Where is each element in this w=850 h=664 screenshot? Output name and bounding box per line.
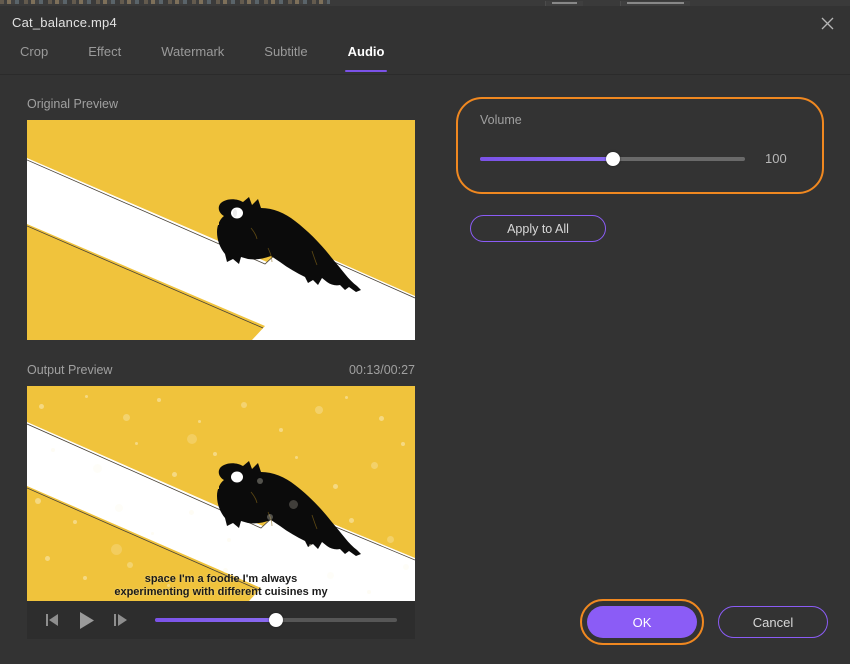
subtitle-line-2: experimenting with different cuisines my: [114, 586, 328, 598]
player-controls: [27, 601, 415, 639]
tab-crop[interactable]: Crop: [4, 40, 64, 72]
volume-control-row: 100: [480, 151, 800, 166]
step-forward-icon[interactable]: [107, 608, 133, 632]
volume-thumb[interactable]: [605, 151, 620, 166]
audio-settings-column: Volume 100 Apply to All: [456, 97, 824, 242]
volume-slider[interactable]: [480, 151, 745, 166]
tab-label: Crop: [20, 44, 49, 59]
tab-label: Subtitle: [264, 44, 308, 59]
original-preview-header: Original Preview: [27, 97, 415, 111]
playback-timestamp: 00:13/00:27: [348, 363, 415, 377]
output-preview-label: Output Preview: [27, 363, 113, 377]
tab-watermark[interactable]: Watermark: [145, 40, 240, 72]
audio-settings-dialog: Cat_balance.mp4 Crop Effect Watermark Su…: [0, 6, 850, 664]
volume-fill: [480, 156, 613, 161]
ok-button-highlight: OK: [580, 599, 704, 645]
dialog-body: Original Preview Output Preview 00:13/00…: [0, 75, 850, 664]
preview-column: Original Preview Output Preview 00:13/00…: [27, 97, 415, 639]
tab-label: Audio: [347, 44, 385, 59]
volume-value: 100: [765, 151, 787, 166]
background-toolbar-strip: [0, 0, 330, 4]
cancel-button[interactable]: Cancel: [718, 606, 828, 638]
ok-button[interactable]: OK: [587, 606, 697, 638]
original-preview-label: Original Preview: [27, 97, 119, 111]
tab-label: Watermark: [161, 44, 225, 59]
output-preview-header: Output Preview 00:13/00:27: [27, 363, 415, 377]
dialog-title: Cat_balance.mp4: [12, 15, 117, 30]
tab-effect[interactable]: Effect: [72, 40, 137, 72]
output-preview-video[interactable]: space I'm a foodie I'm always experiment…: [27, 386, 415, 601]
tab-audio[interactable]: Audio: [332, 40, 401, 72]
volume-panel: Volume 100: [456, 97, 824, 194]
progress-fill: [155, 618, 276, 622]
tab-subtitle[interactable]: Subtitle: [248, 40, 323, 72]
tab-bar: Crop Effect Watermark Subtitle Audio: [0, 40, 850, 75]
close-icon[interactable]: [814, 10, 840, 36]
step-backward-icon[interactable]: [39, 608, 65, 632]
dialog-titlebar: Cat_balance.mp4: [0, 6, 850, 40]
tab-label: Effect: [88, 44, 122, 59]
playback-progress-slider[interactable]: [155, 613, 397, 627]
progress-thumb[interactable]: [269, 613, 283, 627]
original-preview-video[interactable]: [27, 120, 415, 340]
subtitle-line-1: space I'm a foodie I'm always: [144, 573, 298, 585]
apply-to-all-button[interactable]: Apply to All: [470, 215, 606, 242]
play-icon[interactable]: [71, 608, 101, 632]
volume-label: Volume: [480, 113, 522, 127]
video-scene-output: [27, 386, 415, 601]
video-scene-original: [27, 120, 415, 340]
dialog-footer: OK Cancel: [580, 599, 828, 645]
burned-in-subtitle: space I'm a foodie I'm always experiment…: [27, 573, 415, 599]
